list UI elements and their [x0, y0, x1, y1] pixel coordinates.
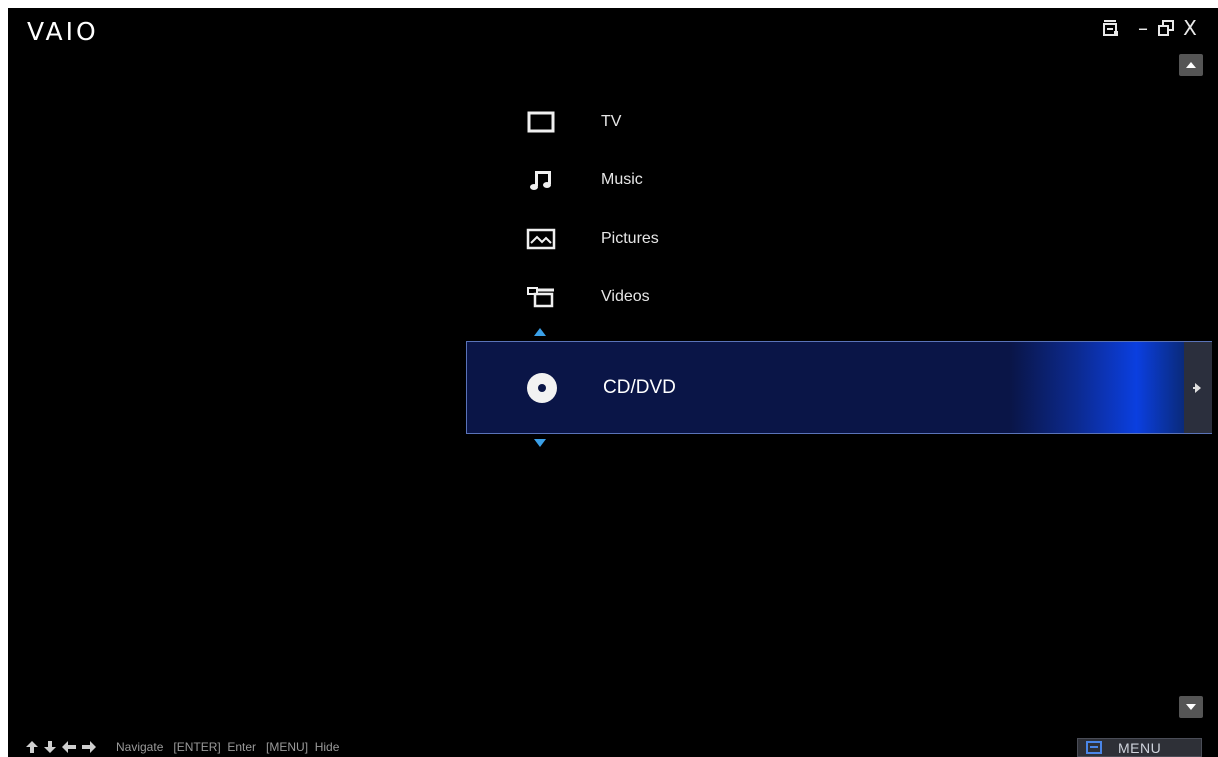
arrow-right-icon	[82, 741, 96, 753]
caret-down-icon	[1186, 704, 1196, 710]
menu-item-music[interactable]: Music	[515, 158, 815, 202]
picture-icon	[524, 222, 558, 256]
tv-icon	[524, 105, 558, 139]
restore-button[interactable]	[1155, 17, 1177, 39]
minimize-button[interactable]: –	[1133, 16, 1153, 40]
close-button[interactable]: X	[1178, 16, 1202, 40]
menu-button[interactable]: MENU	[1077, 738, 1202, 757]
menu-item-label: TV	[601, 113, 622, 130]
arrow-up-icon	[26, 741, 38, 753]
scroll-down-button[interactable]	[1179, 696, 1203, 718]
arrow-down-icon	[44, 741, 56, 753]
menu-item-label: Music	[601, 171, 643, 188]
footer-hint: Navigate [ENTER] Enter [MENU] Hide	[116, 740, 340, 754]
menu-item-pictures[interactable]: Pictures	[515, 217, 815, 261]
menu-icon	[1086, 741, 1102, 754]
disc-icon	[527, 373, 557, 403]
music-note-icon	[524, 163, 558, 197]
arrow-left-icon	[62, 741, 76, 753]
media-screen: VAIO – X TV Music Pictures Videos CD/DVD…	[8, 8, 1218, 757]
submenu-arrow-button[interactable]	[1184, 342, 1212, 433]
menu-item-tv[interactable]: TV	[515, 100, 815, 144]
menu-item-label: Pictures	[601, 230, 659, 247]
arrow-right-icon	[1193, 382, 1201, 393]
vaio-logo: VAIO	[27, 17, 99, 46]
caret-up-icon	[1186, 62, 1196, 68]
window-list-icon[interactable]	[1100, 17, 1122, 39]
nav-down-arrow-icon	[534, 439, 546, 447]
menu-button-label: MENU	[1118, 739, 1162, 756]
menu-item-videos[interactable]: Videos	[515, 275, 815, 319]
video-camera-icon	[524, 280, 558, 314]
menu-item-label: Videos	[601, 288, 650, 305]
nav-up-arrow-icon	[534, 328, 546, 336]
scroll-up-button[interactable]	[1179, 54, 1203, 76]
selected-item-label: CD/DVD	[603, 377, 676, 398]
menu-item-cd-dvd[interactable]: CD/DVD	[466, 341, 1212, 434]
navigation-arrows-icons	[26, 741, 96, 753]
restore-icon	[1158, 20, 1174, 36]
